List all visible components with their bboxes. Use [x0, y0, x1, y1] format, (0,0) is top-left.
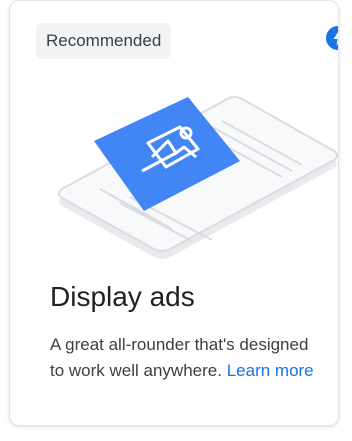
display-ad-illustration [58, 96, 338, 259]
card-title: Display ads [50, 281, 195, 312]
display-ads-card[interactable]: Recommended Display ads A great all-roun… [9, 0, 339, 426]
card-description: A great all-rounder that's designed to w… [50, 332, 320, 384]
bolt-icon [326, 26, 338, 50]
recommended-badge: Recommended [36, 23, 172, 59]
learn-more-link[interactable]: Learn more [227, 361, 314, 380]
